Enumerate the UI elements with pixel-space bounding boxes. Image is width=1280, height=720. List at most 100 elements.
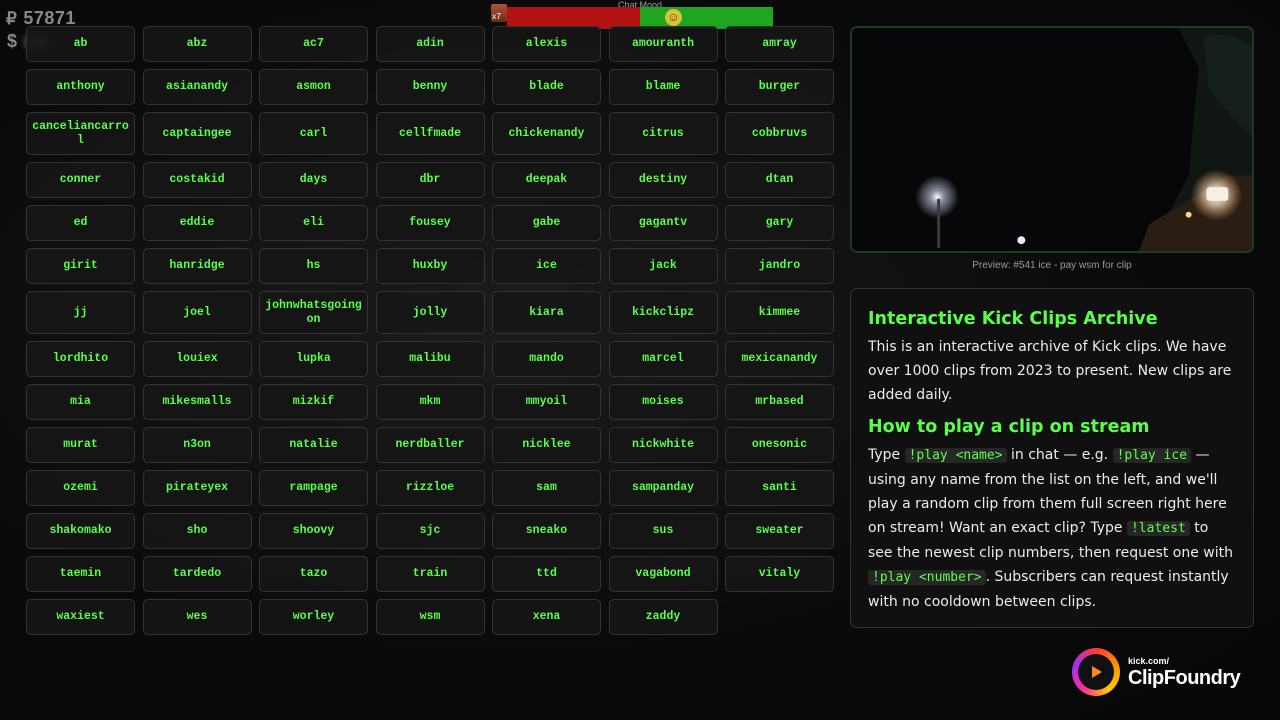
name-button-ed[interactable]: ed	[26, 205, 135, 241]
name-button-mrbased[interactable]: mrbased	[725, 384, 834, 420]
name-button-eddie[interactable]: eddie	[142, 205, 252, 241]
name-button-ab[interactable]: ab	[26, 26, 135, 62]
name-button-conner[interactable]: conner	[26, 162, 135, 198]
name-button-taemin[interactable]: taemin	[26, 556, 135, 592]
name-button-anthony[interactable]: anthony	[26, 69, 135, 105]
name-button-alexis[interactable]: alexis	[492, 26, 601, 62]
name-button-carl[interactable]: carl	[259, 112, 368, 155]
name-button-n3on[interactable]: n3on	[142, 427, 252, 463]
name-button-gary[interactable]: gary	[725, 205, 834, 241]
name-button-sampanday[interactable]: sampanday	[608, 470, 718, 506]
name-button-shakomako[interactable]: shakomako	[26, 513, 135, 549]
name-button-tardedo[interactable]: tardedo	[142, 556, 252, 592]
name-button-joel[interactable]: joel	[142, 291, 252, 334]
name-button-rampage[interactable]: rampage	[259, 470, 368, 506]
name-button-waxiest[interactable]: waxiest	[26, 599, 135, 635]
name-button-marcel[interactable]: marcel	[608, 341, 718, 377]
name-button-ac7[interactable]: ac7	[259, 26, 368, 62]
name-button-rizzloe[interactable]: rizzloe	[375, 470, 485, 506]
name-button-malibu[interactable]: malibu	[375, 341, 485, 377]
name-button-eli[interactable]: eli	[259, 205, 368, 241]
name-button-ice[interactable]: ice	[492, 248, 601, 284]
name-button-sweater[interactable]: sweater	[725, 513, 834, 549]
name-button-nickwhite[interactable]: nickwhite	[608, 427, 718, 463]
name-button-hanridge[interactable]: hanridge	[142, 248, 252, 284]
name-button-gagantv[interactable]: gagantv	[608, 205, 718, 241]
name-button-wes[interactable]: wes	[142, 599, 252, 635]
name-button-santi[interactable]: santi	[725, 470, 834, 506]
name-button-citrus[interactable]: citrus	[608, 112, 718, 155]
name-button-hs[interactable]: hs	[259, 248, 368, 284]
name-button-kickclipz[interactable]: kickclipz	[608, 291, 718, 334]
name-button-vagabond[interactable]: vagabond	[608, 556, 718, 592]
name-button-sjc[interactable]: sjc	[375, 513, 485, 549]
name-button-destiny[interactable]: destiny	[608, 162, 718, 198]
name-button-murat[interactable]: murat	[26, 427, 135, 463]
name-button-burger[interactable]: burger	[725, 69, 834, 105]
name-button-costakid[interactable]: costakid	[142, 162, 252, 198]
name-button-adin[interactable]: adin	[375, 26, 485, 62]
name-button-asmon[interactable]: asmon	[259, 69, 368, 105]
name-button-pirateyex[interactable]: pirateyex	[142, 470, 252, 506]
name-button-nerdballer[interactable]: nerdballer	[375, 427, 485, 463]
preview-video-frame[interactable]	[850, 26, 1254, 253]
name-button-moises[interactable]: moises	[608, 384, 718, 420]
name-button-zaddy[interactable]: zaddy	[608, 599, 718, 635]
name-button-shoovy[interactable]: shoovy	[259, 513, 368, 549]
name-button-nicklee[interactable]: nicklee	[492, 427, 601, 463]
name-button-xena[interactable]: xena	[492, 599, 601, 635]
name-button-huxby[interactable]: huxby	[375, 248, 485, 284]
name-button-train[interactable]: train	[375, 556, 485, 592]
name-button-mikesmalls[interactable]: mikesmalls	[142, 384, 252, 420]
name-button-jj[interactable]: jj	[26, 291, 135, 334]
name-button-asianandy[interactable]: asianandy	[142, 69, 252, 105]
name-button-benny[interactable]: benny	[375, 69, 485, 105]
name-button-sam[interactable]: sam	[492, 470, 601, 506]
name-button-louiex[interactable]: louiex	[142, 341, 252, 377]
name-button-kiara[interactable]: kiara	[492, 291, 601, 334]
name-button-amouranth[interactable]: amouranth	[608, 26, 718, 62]
name-button-mia[interactable]: mia	[26, 384, 135, 420]
name-button-sneako[interactable]: sneako	[492, 513, 601, 549]
name-button-canceliancarrol[interactable]: canceliancarrol	[26, 112, 135, 155]
name-button-worley[interactable]: worley	[259, 599, 368, 635]
name-button-blame[interactable]: blame	[608, 69, 718, 105]
name-button-abz[interactable]: abz	[142, 26, 252, 62]
name-button-mkm[interactable]: mkm	[375, 384, 485, 420]
name-button-vitaly[interactable]: vitaly	[725, 556, 834, 592]
name-button-ttd[interactable]: ttd	[492, 556, 601, 592]
name-button-fousey[interactable]: fousey	[375, 205, 485, 241]
name-button-mexicanandy[interactable]: mexicanandy	[725, 341, 834, 377]
name-button-cobbruvs[interactable]: cobbruvs	[725, 112, 834, 155]
name-button-blade[interactable]: blade	[492, 69, 601, 105]
name-button-days[interactable]: days	[259, 162, 368, 198]
name-button-girit[interactable]: girit	[26, 248, 135, 284]
name-button-onesonic[interactable]: onesonic	[725, 427, 834, 463]
name-button-sus[interactable]: sus	[608, 513, 718, 549]
name-button-mando[interactable]: mando	[492, 341, 601, 377]
name-button-tazo[interactable]: tazo	[259, 556, 368, 592]
name-button-jandro[interactable]: jandro	[725, 248, 834, 284]
name-button-lordhito[interactable]: lordhito	[26, 341, 135, 377]
name-button-jolly[interactable]: jolly	[375, 291, 485, 334]
name-button-amray[interactable]: amray	[725, 26, 834, 62]
name-button-jack[interactable]: jack	[608, 248, 718, 284]
name-button-deepak[interactable]: deepak	[492, 162, 601, 198]
name-button-natalie[interactable]: natalie	[259, 427, 368, 463]
name-button-sho[interactable]: sho	[142, 513, 252, 549]
name-button-gabe[interactable]: gabe	[492, 205, 601, 241]
name-button-cellfmade[interactable]: cellfmade	[375, 112, 485, 155]
name-button-dbr[interactable]: dbr	[375, 162, 485, 198]
name-button-captaingee[interactable]: captaingee	[142, 112, 252, 155]
name-button-mizkif[interactable]: mizkif	[259, 384, 368, 420]
name-button-chickenandy[interactable]: chickenandy	[492, 112, 601, 155]
name-button-johnwhatsgoingon[interactable]: johnwhatsgoingon	[259, 291, 368, 334]
name-button-dtan[interactable]: dtan	[725, 162, 834, 198]
name-button-mmyoil[interactable]: mmyoil	[492, 384, 601, 420]
name-button-ozemi[interactable]: ozemi	[26, 470, 135, 506]
points-symbol: ₽	[6, 8, 18, 28]
name-button-wsm[interactable]: wsm	[375, 599, 485, 635]
name-button-lupka[interactable]: lupka	[259, 341, 368, 377]
logo-word-clip: Clip	[1128, 666, 1164, 689]
name-button-kimmee[interactable]: kimmee	[725, 291, 834, 334]
